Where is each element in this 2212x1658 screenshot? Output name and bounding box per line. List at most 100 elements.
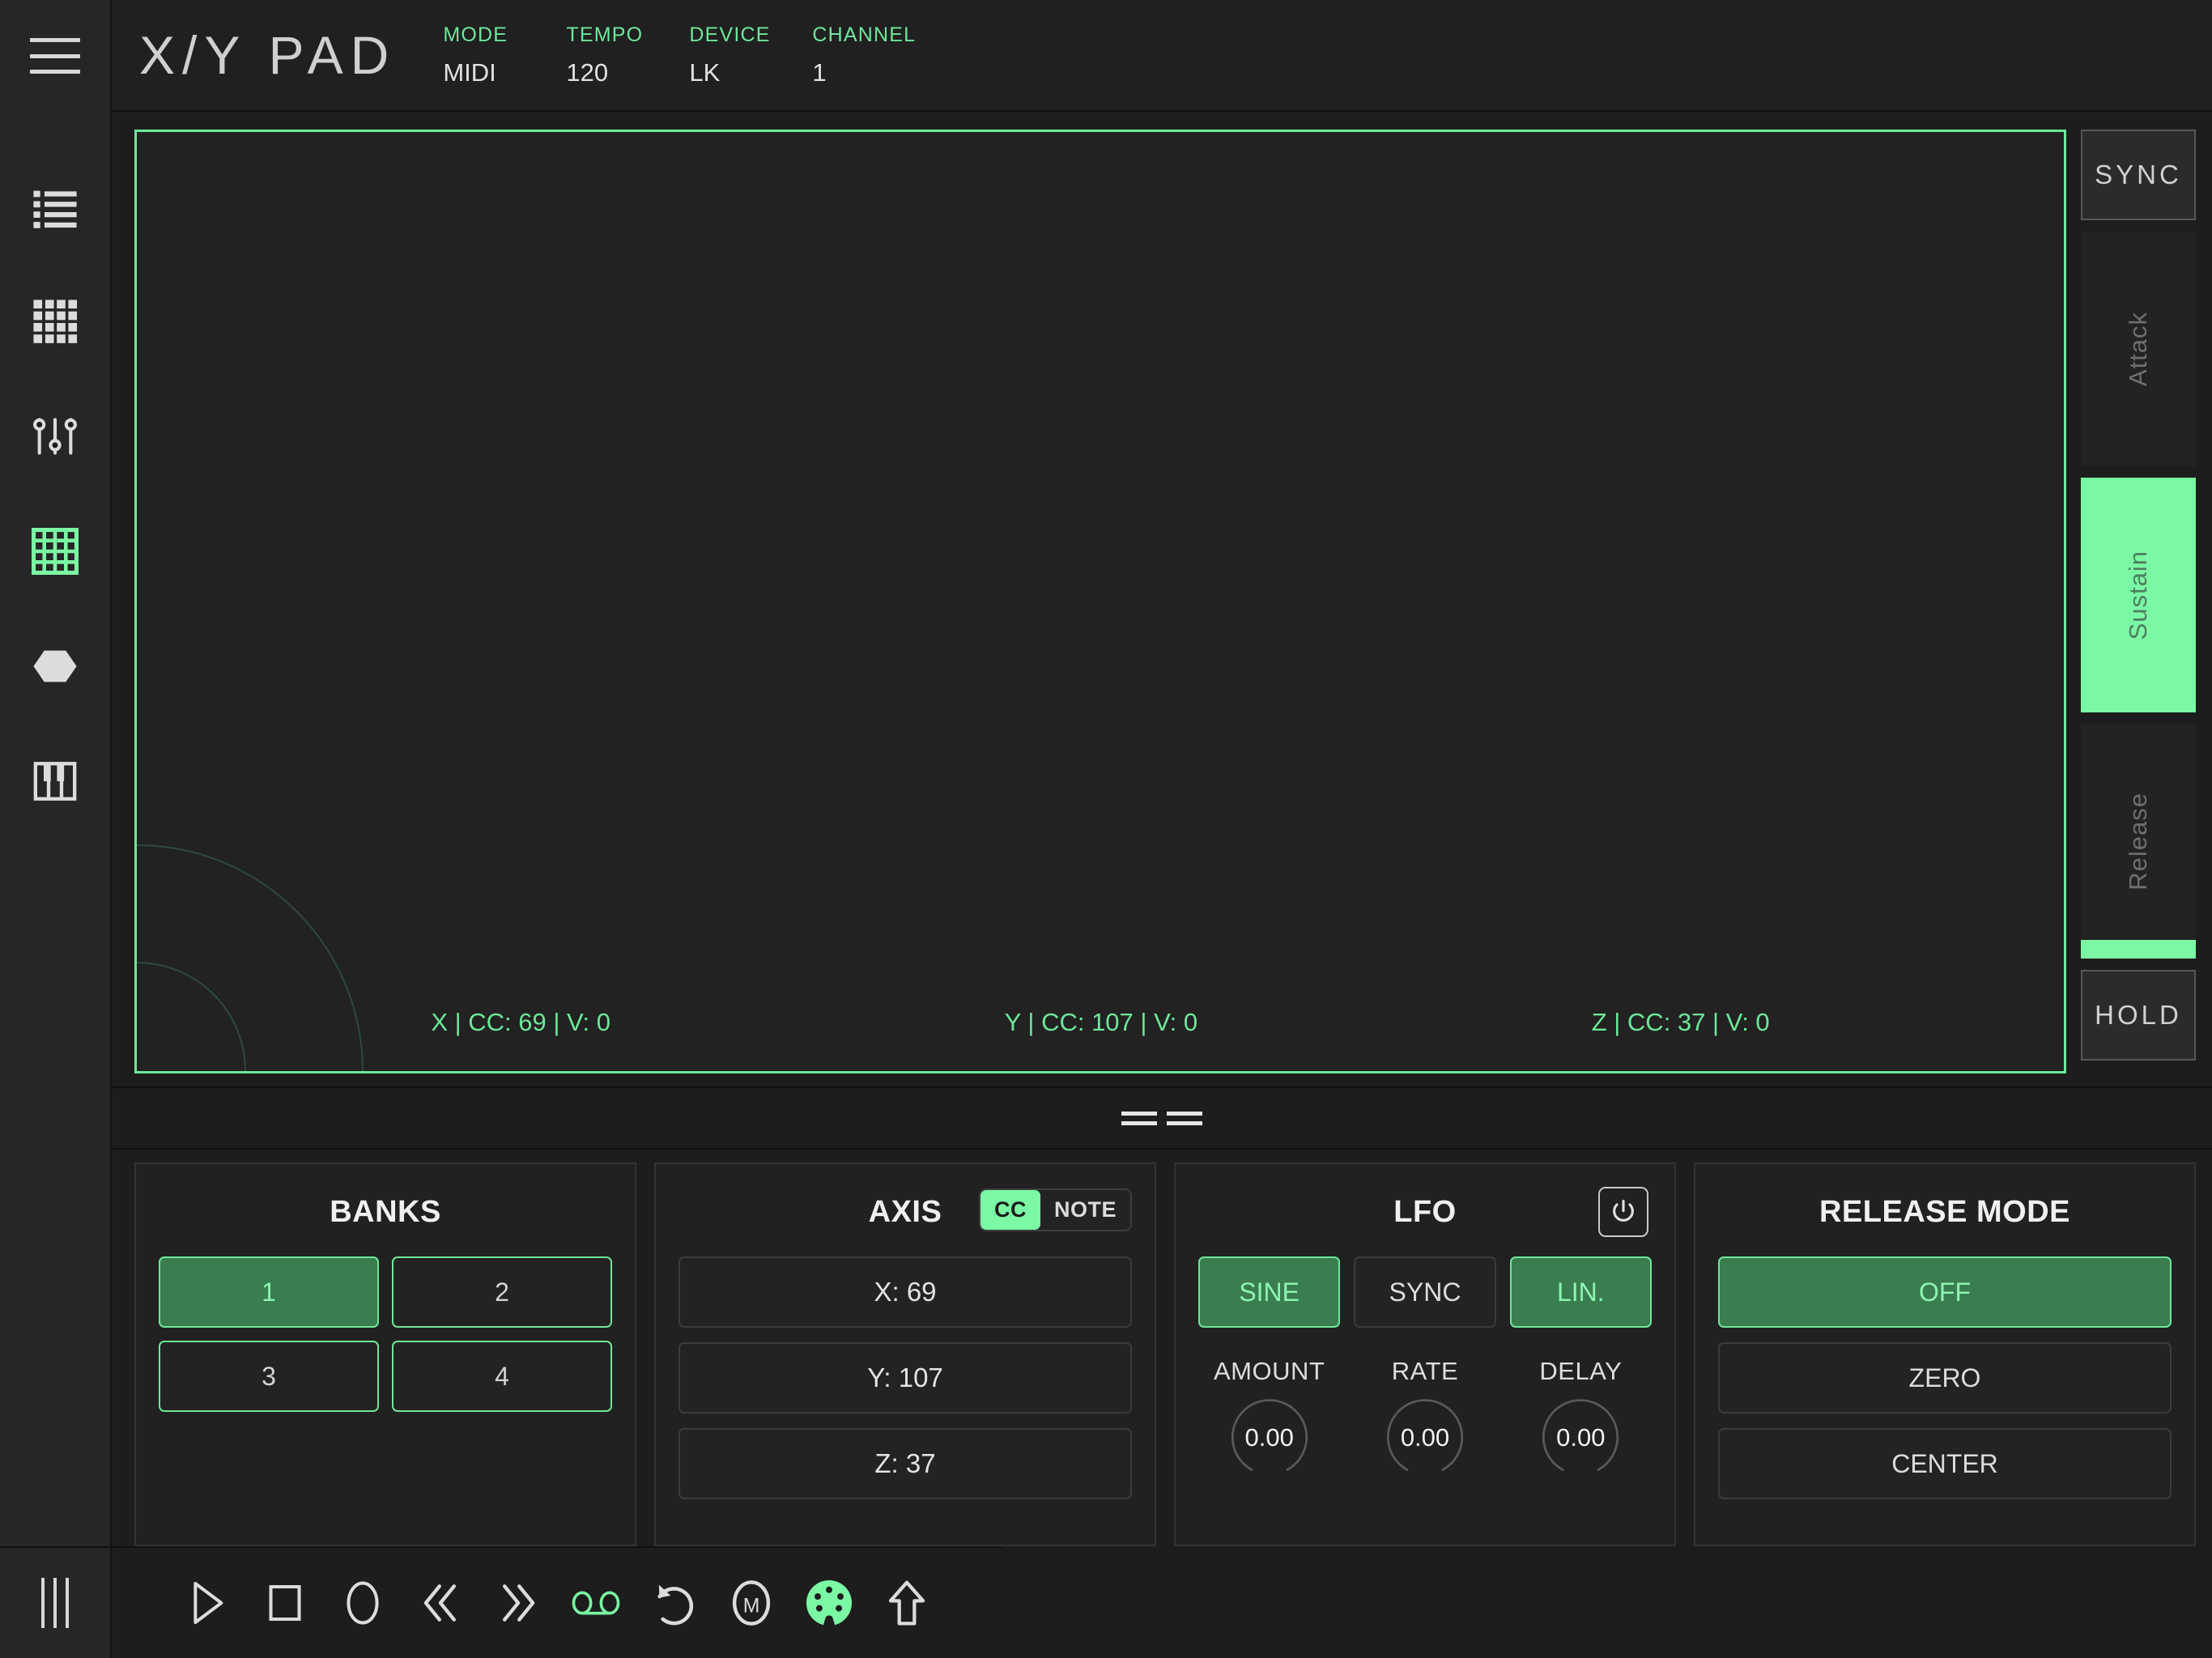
lfo-mode-buttons: SINE SYNC LIN. <box>1198 1256 1652 1328</box>
meta-device-label: DEVICE <box>689 23 771 46</box>
meta-channel-label: CHANNEL <box>812 23 917 46</box>
axis-row-z[interactable]: Z: 37 <box>678 1428 1132 1499</box>
fast-forward-button[interactable] <box>479 1564 557 1642</box>
release-mode-zero[interactable]: ZERO <box>1718 1342 2172 1414</box>
bank-button-1[interactable]: 1 <box>159 1256 379 1328</box>
meta-device[interactable]: DEVICE LK <box>689 23 812 87</box>
sidebar <box>0 112 112 1546</box>
upload-button[interactable] <box>868 1564 946 1642</box>
sidebar-item-pads[interactable] <box>0 264 111 379</box>
release-slider[interactable]: Release <box>2081 724 2196 959</box>
lfo-amount-label: AMOUNT <box>1214 1357 1325 1385</box>
lfo-rate-label: RATE <box>1391 1357 1459 1385</box>
xy-readouts: X | CC: 69 | V: 0 Y | CC: 107 | V: 0 Z |… <box>137 1008 2064 1037</box>
undo-icon <box>657 1584 694 1626</box>
release-mode-title: RELEASE MODE <box>1819 1194 2071 1229</box>
meta-mode-value: MIDI <box>443 57 496 87</box>
tape-loop-icon <box>572 1591 620 1615</box>
sidebar-item-list[interactable] <box>0 149 111 264</box>
rewind-icon <box>423 1584 456 1622</box>
toggle-note[interactable]: NOTE <box>1040 1190 1130 1230</box>
header-meta-group: MODE MIDI TEMPO 120 DEVICE LK CHANNEL 1 <box>443 23 935 87</box>
play-icon <box>194 1582 223 1624</box>
release-label: Release <box>2124 792 2152 891</box>
attack-label: Attack <box>2124 311 2152 387</box>
sidebar-item-hexagon[interactable] <box>0 609 111 724</box>
transport-bar: M <box>112 1546 1002 1658</box>
three-bars-icon <box>41 1578 69 1628</box>
lfo-lin-button[interactable]: LIN. <box>1509 1256 1652 1328</box>
sidebar-item-xy-pad[interactable] <box>0 494 111 609</box>
pads-grid-icon <box>33 300 78 343</box>
lfo-title: LFO <box>1393 1194 1457 1229</box>
lfo-delay-knob[interactable]: 0.00 <box>1538 1396 1623 1480</box>
sustain-slider[interactable]: Sustain <box>2081 478 2196 712</box>
menu-button[interactable] <box>0 0 112 112</box>
release-fill <box>2081 939 2196 959</box>
play-button[interactable] <box>168 1564 246 1642</box>
main-column: X | CC: 69 | V: 0 Y | CC: 107 | V: 0 Z |… <box>112 112 2212 1546</box>
axis-row-x[interactable]: X: 69 <box>678 1256 1132 1328</box>
stop-button[interactable] <box>246 1564 324 1642</box>
meta-mode[interactable]: MODE MIDI <box>443 23 566 87</box>
panel-resize-divider[interactable] <box>112 1086 2212 1150</box>
rewind-button[interactable] <box>402 1564 479 1642</box>
sidebar-item-keyboard[interactable] <box>0 724 111 839</box>
tape-loop-button[interactable] <box>557 1564 635 1642</box>
lfo-amount-value: 0.00 <box>1244 1423 1294 1452</box>
meta-tempo-value: 120 <box>566 57 609 87</box>
metronome-button[interactable]: M <box>713 1564 790 1642</box>
page-title: X/Y PAD <box>139 25 397 85</box>
lfo-sine-button[interactable]: SINE <box>1198 1256 1341 1328</box>
banks-title: BANKS <box>330 1194 441 1229</box>
axis-header: AXIS CC NOTE <box>678 1185 1132 1239</box>
axis-title: AXIS <box>868 1194 942 1229</box>
midi-button[interactable] <box>790 1564 868 1642</box>
hold-button[interactable]: HOLD <box>2081 970 2196 1061</box>
stop-icon <box>269 1585 301 1621</box>
lfo-header: LFO <box>1198 1185 1652 1239</box>
meta-device-value: LK <box>689 57 721 87</box>
bank-button-3[interactable]: 3 <box>159 1341 379 1412</box>
lfo-power-button[interactable] <box>1598 1187 1648 1237</box>
lfo-rate-cell: RATE 0.00 <box>1354 1357 1495 1480</box>
release-mode-panel: RELEASE MODE OFF ZERO CENTER <box>1694 1163 2196 1546</box>
banks-panel: BANKS 1 2 3 4 <box>134 1163 636 1546</box>
lfo-amount-cell: AMOUNT 0.00 <box>1198 1357 1340 1480</box>
release-mode-off[interactable]: OFF <box>1718 1256 2172 1328</box>
release-mode-list: OFF ZERO CENTER <box>1718 1256 2172 1499</box>
bank-button-2[interactable]: 2 <box>392 1256 612 1328</box>
lfo-rate-value: 0.00 <box>1400 1423 1450 1452</box>
undo-button[interactable] <box>635 1564 713 1642</box>
meta-tempo[interactable]: TEMPO 120 <box>566 23 689 87</box>
meta-channel-value: 1 <box>812 57 827 87</box>
release-mode-center[interactable]: CENTER <box>1718 1428 2172 1499</box>
cc-note-toggle[interactable]: CC NOTE <box>978 1188 1132 1231</box>
sustain-label: Sustain <box>2124 550 2152 640</box>
attack-slider[interactable]: Attack <box>2081 232 2196 466</box>
record-button[interactable] <box>324 1564 402 1642</box>
xy-pad-surface[interactable]: X | CC: 69 | V: 0 Y | CC: 107 | V: 0 Z |… <box>134 130 2066 1073</box>
list-icon <box>33 190 77 228</box>
bars-toggle-button[interactable] <box>0 1546 112 1658</box>
meta-mode-label: MODE <box>443 23 508 46</box>
lfo-sync-button[interactable]: SYNC <box>1354 1256 1496 1328</box>
meta-channel[interactable]: CHANNEL 1 <box>812 23 935 87</box>
metronome-icon: M <box>732 1580 771 1626</box>
power-icon <box>1613 1199 1634 1222</box>
lfo-amount-knob[interactable]: 0.00 <box>1227 1396 1312 1480</box>
sync-button[interactable]: SYNC <box>2081 130 2196 220</box>
xy-grid-icon <box>32 528 79 575</box>
toggle-cc[interactable]: CC <box>980 1190 1040 1230</box>
sidebar-item-faders[interactable] <box>0 379 111 494</box>
lfo-rate-knob[interactable]: 0.00 <box>1383 1396 1467 1480</box>
xy-pad-app: X/Y PAD MODE MIDI TEMPO 120 DEVICE LK CH… <box>0 0 2212 1658</box>
svg-text:M: M <box>743 1596 760 1618</box>
bank-button-4[interactable]: 4 <box>392 1341 612 1412</box>
app-header: X/Y PAD MODE MIDI TEMPO 120 DEVICE LK CH… <box>112 0 2212 112</box>
midi-din-icon <box>806 1579 853 1626</box>
axis-row-y[interactable]: Y: 107 <box>678 1342 1132 1414</box>
lfo-delay-label: DELAY <box>1539 1357 1623 1385</box>
top-row: X/Y PAD MODE MIDI TEMPO 120 DEVICE LK CH… <box>0 0 2212 112</box>
record-icon <box>347 1581 379 1625</box>
